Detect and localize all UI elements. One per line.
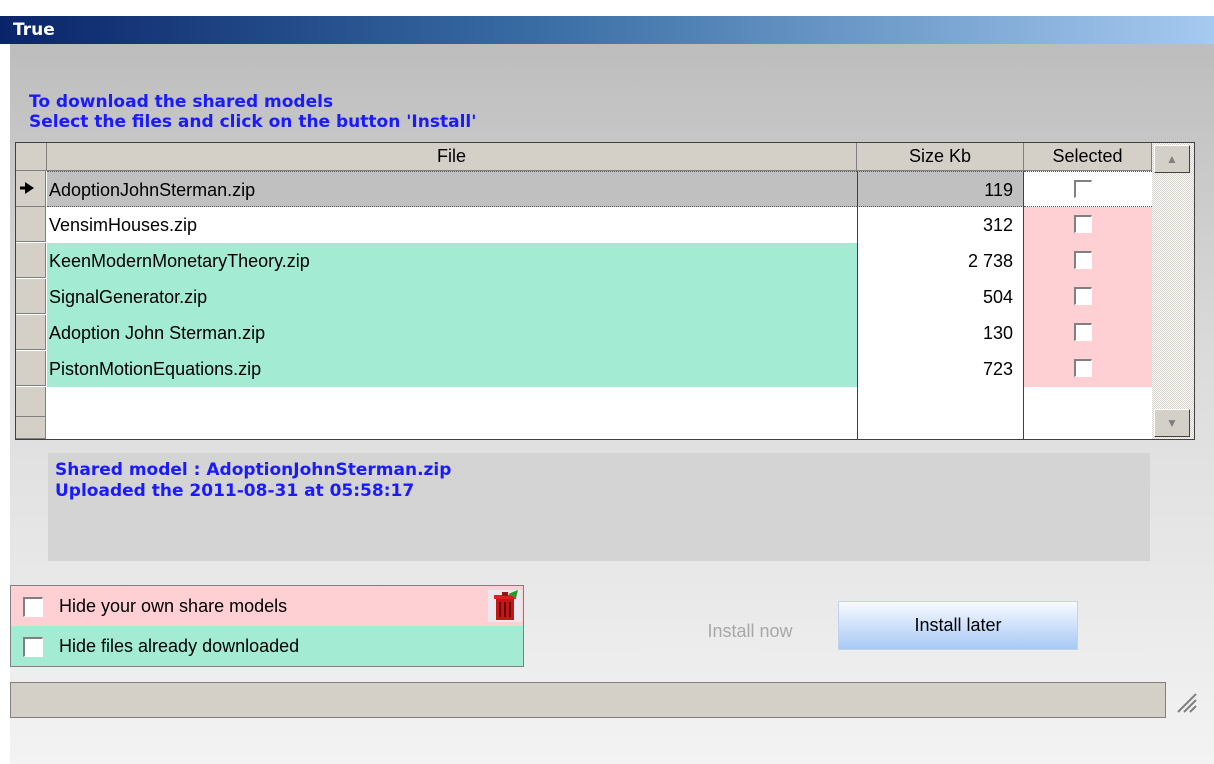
status-bar [10,682,1166,718]
window-title: True [13,20,55,40]
vertical-scrollbar[interactable]: ▲ ▼ [1152,143,1194,439]
selected-cell[interactable] [1024,207,1152,243]
select-checkbox[interactable] [1074,251,1092,269]
file-name-cell[interactable]: AdoptionJohnSterman.zip [47,171,857,207]
row-selector[interactable] [16,417,46,439]
select-checkbox[interactable] [1074,287,1092,305]
install-later-button[interactable]: Install later [838,601,1078,650]
upload-date-label: Uploaded the 2011-08-31 at 05:58:17 [55,481,415,501]
selected-cell[interactable] [1024,279,1152,315]
table-row[interactable]: Adoption John Sterman.zip 130 [16,315,1152,351]
file-size-cell: 119 [857,171,1024,207]
file-name-cell[interactable]: KeenModernMonetaryTheory.zip [47,243,857,279]
file-name-cell[interactable]: VensimHouses.zip [47,207,857,243]
file-name-cell[interactable]: Adoption John Sterman.zip [47,315,857,351]
selected-cell[interactable] [1024,351,1152,387]
selected-cell[interactable] [1024,243,1152,279]
scroll-down-icon[interactable]: ▼ [1154,409,1190,437]
select-checkbox[interactable] [1074,180,1092,198]
file-name-cell[interactable]: SignalGenerator.zip [47,279,857,315]
row-selector[interactable] [16,351,46,386]
shared-model-label: Shared model : AdoptionJohnSterman.zip [55,460,452,480]
row-selector[interactable] [16,315,46,350]
grid-corner-header [16,143,47,171]
file-name-cell[interactable]: PistonMotionEquations.zip [47,351,857,387]
table-row[interactable]: VensimHouses.zip 312 [16,207,1152,243]
table-row[interactable]: PistonMotionEquations.zip 723 [16,351,1152,387]
selected-cell[interactable] [1024,171,1152,207]
selected-cell[interactable] [1024,315,1152,351]
row-selector[interactable] [16,171,46,207]
arrow-right-icon [20,182,34,194]
file-size-cell: 2 738 [857,243,1024,279]
instruction-line-2: Select the files and click on the button… [29,112,477,132]
select-checkbox[interactable] [1074,215,1092,233]
hide-downloaded-checkbox[interactable] [23,637,43,657]
instruction-line-1: To download the shared models [29,92,334,112]
model-info-panel: Shared model : AdoptionJohnSterman.zip U… [48,453,1150,561]
table-row[interactable]: SignalGenerator.zip 504 [16,279,1152,315]
hide-own-label[interactable]: Hide your own share models [59,586,287,626]
file-size-cell: 312 [857,207,1024,243]
shared-models-grid[interactable]: File Size Kb Selected AdoptionJohnSterma… [15,142,1195,440]
select-checkbox[interactable] [1074,323,1092,341]
column-header-file[interactable]: File [47,143,857,171]
table-row[interactable]: KeenModernMonetaryTheory.zip 2 738 [16,243,1152,279]
trash-icon[interactable] [488,590,522,622]
row-selector[interactable] [16,387,46,417]
app-window: True To download the shared models Selec… [0,0,1214,764]
table-row-empty[interactable] [16,387,1152,439]
filter-panel: Hide your own share models Hide files al… [10,585,524,667]
row-selector[interactable] [16,279,46,314]
filter-hide-own-row[interactable]: Hide your own share models [11,586,523,626]
row-selector[interactable] [16,207,46,242]
select-checkbox[interactable] [1074,359,1092,377]
hide-own-checkbox[interactable] [23,597,43,617]
column-header-size[interactable]: Size Kb [857,143,1024,171]
filter-hide-downloaded-row[interactable]: Hide files already downloaded [11,626,523,666]
title-bar[interactable]: True [0,16,1214,44]
row-selector[interactable] [16,243,46,278]
file-size-cell: 130 [857,315,1024,351]
scroll-up-icon[interactable]: ▲ [1154,145,1190,173]
file-size-cell [857,387,1024,439]
file-size-cell: 504 [857,279,1024,315]
table-row[interactable]: AdoptionJohnSterman.zip 119 [16,171,1152,207]
column-header-selected[interactable]: Selected [1024,143,1152,171]
install-now-button[interactable]: Install now [650,606,850,656]
resize-grip-icon[interactable] [1170,686,1198,714]
file-size-cell: 723 [857,351,1024,387]
hide-downloaded-label[interactable]: Hide files already downloaded [59,626,299,666]
